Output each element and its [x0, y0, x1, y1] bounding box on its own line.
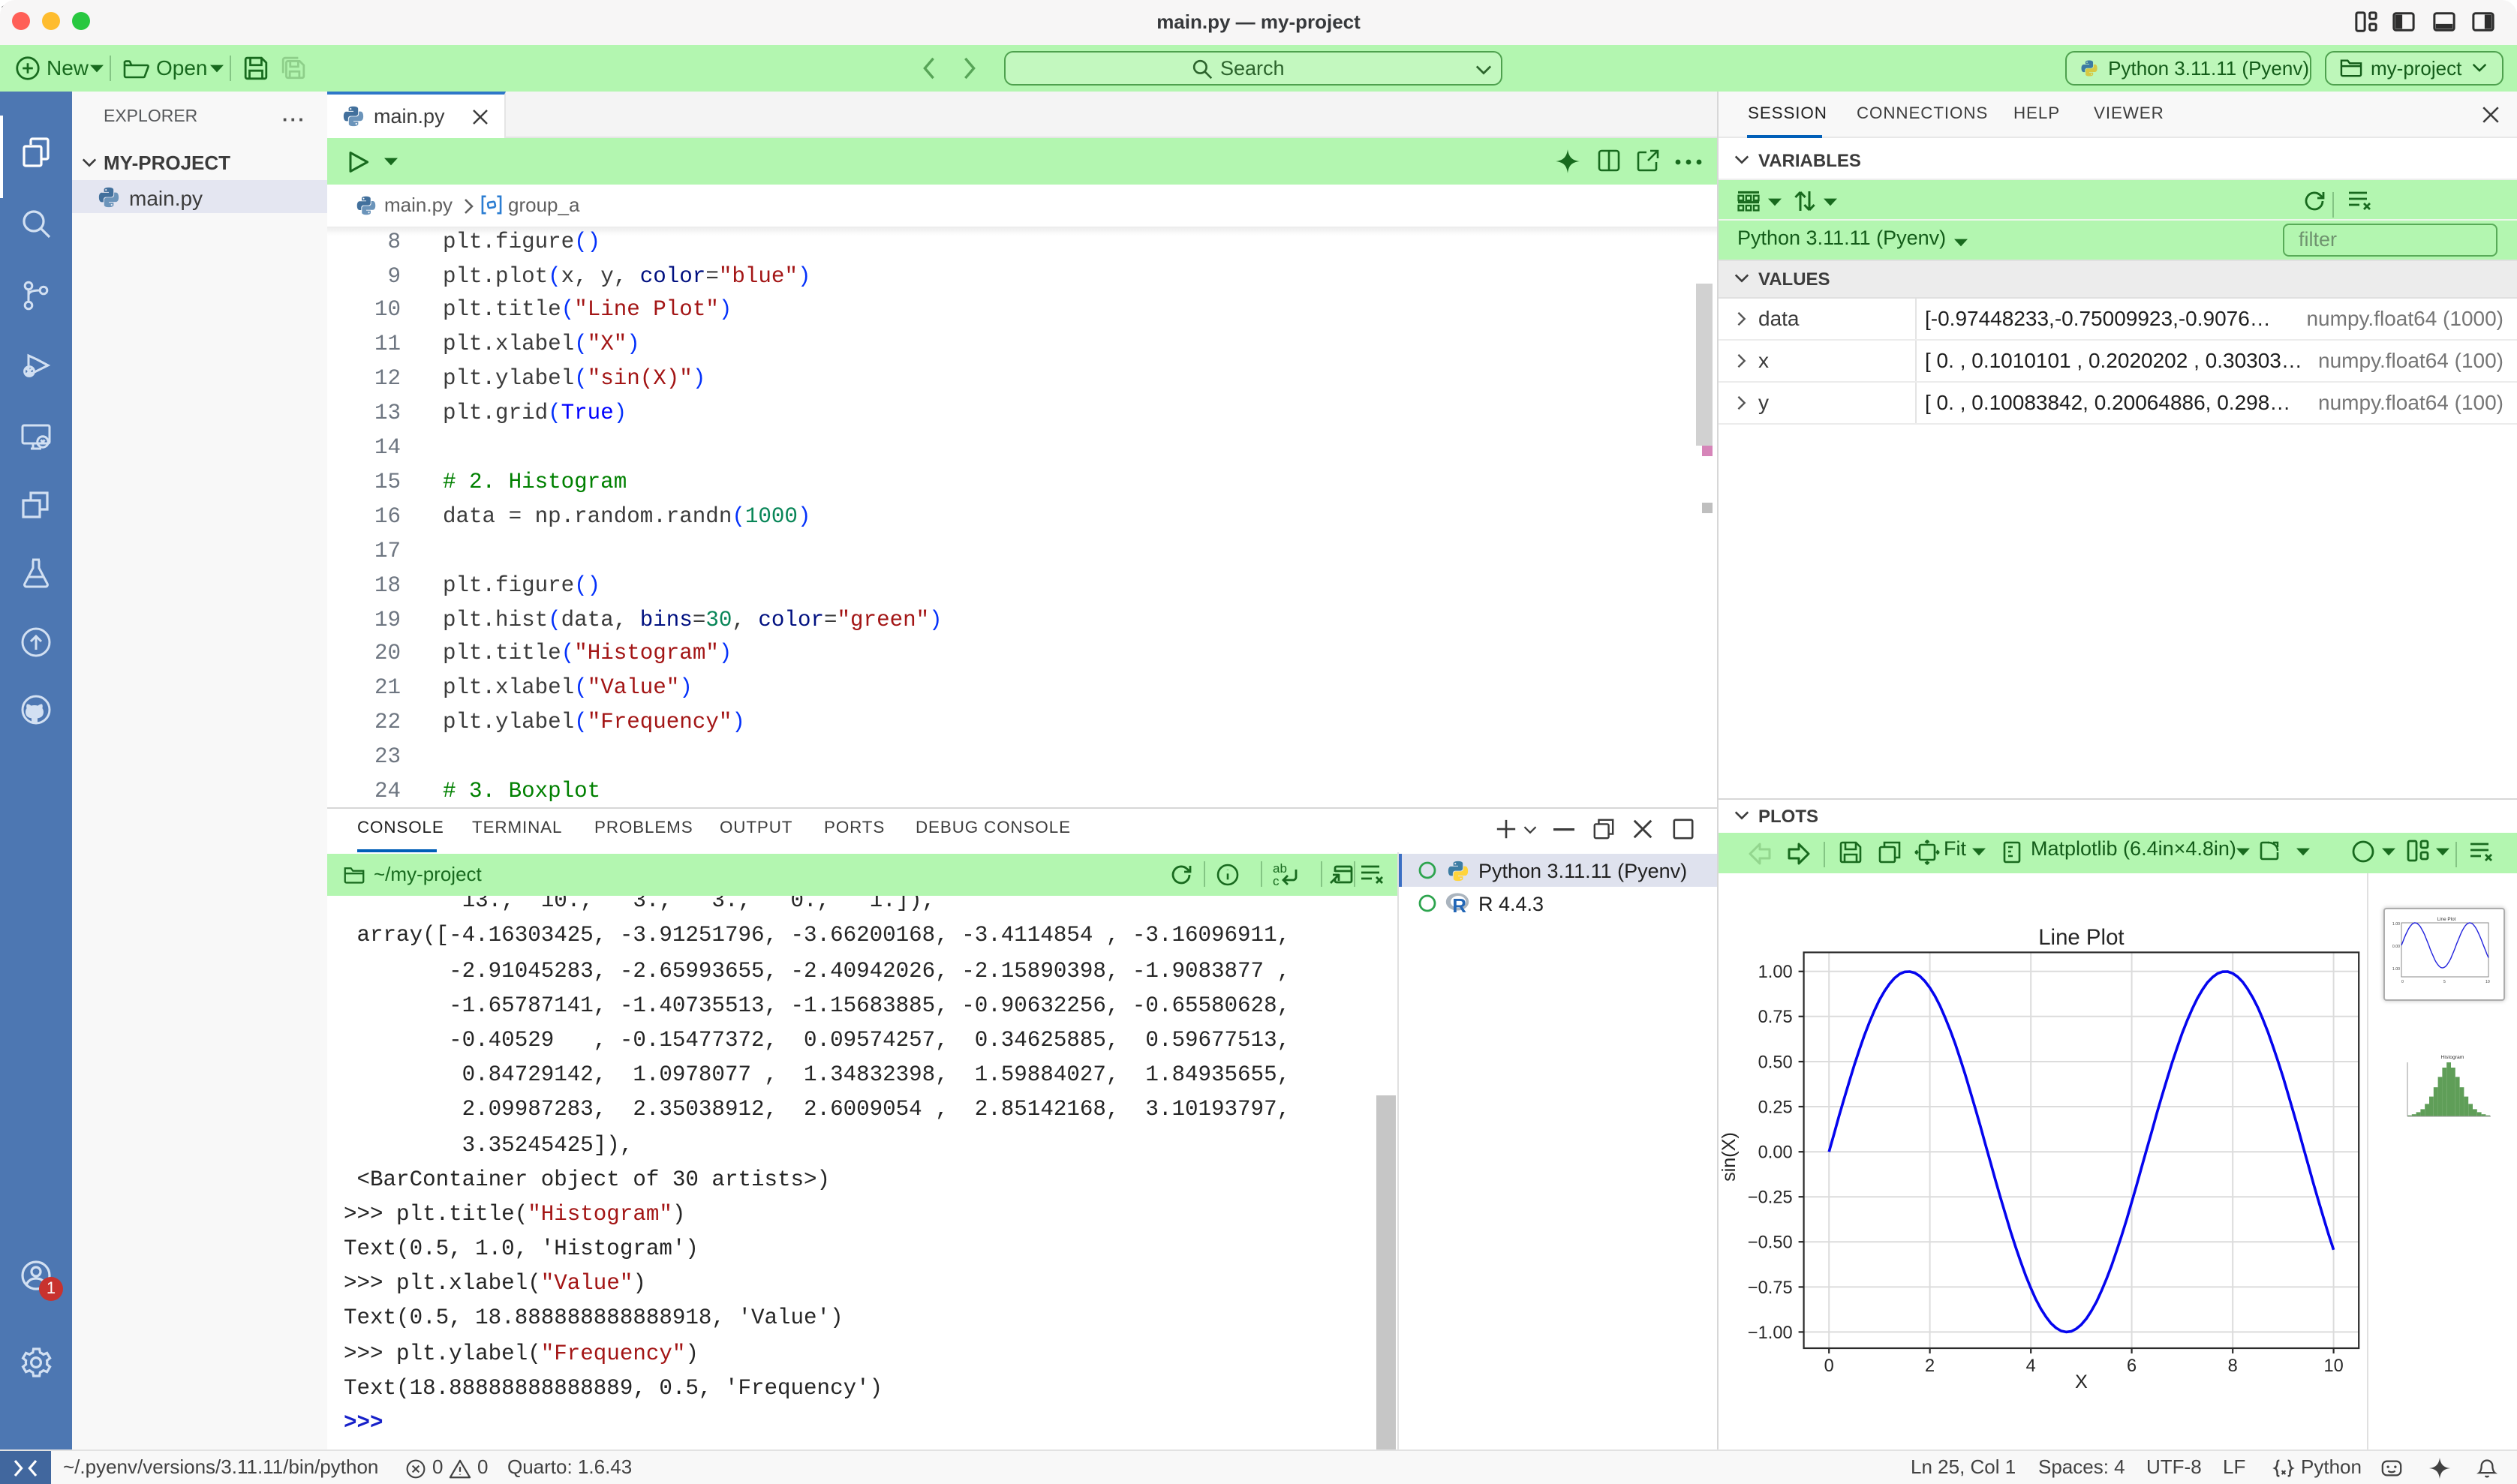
svg-text:0.00: 0.00	[2392, 945, 2399, 949]
svg-text:R: R	[1452, 894, 1466, 913]
svg-text:c: c	[1273, 874, 1280, 888]
svg-text:Histogram: Histogram	[2440, 1054, 2464, 1059]
svg-text:1.00: 1.00	[2392, 922, 2399, 927]
svg-text:6: 6	[2126, 1356, 2136, 1375]
svg-text:10: 10	[2323, 1356, 2342, 1375]
svg-text:−0.25: −0.25	[1747, 1188, 1792, 1207]
svg-text:−1.00: −1.00	[1747, 1323, 1792, 1342]
svg-text:0: 0	[1824, 1356, 1833, 1375]
svg-text:0.00: 0.00	[1758, 1143, 1792, 1162]
svg-text:0: 0	[2401, 980, 2403, 984]
svg-text:−0.50: −0.50	[1747, 1233, 1792, 1252]
svg-text:10: 10	[2485, 980, 2489, 984]
svg-text:−0.75: −0.75	[1747, 1278, 1792, 1297]
svg-text:0.75: 0.75	[1758, 1007, 1792, 1026]
svg-text:5: 5	[2443, 980, 2445, 984]
svg-text:Line Plot: Line Plot	[2437, 917, 2455, 922]
svg-text:−1.00: −1.00	[2392, 967, 2399, 972]
svg-text:Line Plot: Line Plot	[2037, 924, 2123, 949]
svg-text:sin(X): sin(X)	[1718, 1131, 1739, 1181]
svg-text:8: 8	[2227, 1356, 2237, 1375]
svg-text:0.25: 0.25	[1758, 1097, 1792, 1116]
svg-text:X: X	[2074, 1371, 2087, 1392]
svg-text:4: 4	[2025, 1356, 2035, 1375]
svg-text:1.00: 1.00	[1758, 962, 1792, 981]
svg-text:0.50: 0.50	[1758, 1052, 1792, 1071]
svg-text:2: 2	[1924, 1356, 1934, 1375]
